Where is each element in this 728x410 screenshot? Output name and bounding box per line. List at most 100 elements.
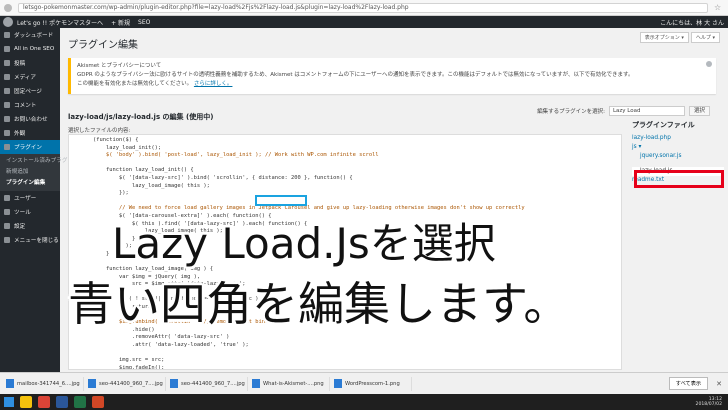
plugin-icon [4,144,10,150]
download-filename: mailbox-341744_6....jpg [17,380,80,387]
plugins-submenu: インストール済みプラグイン 新規追加 プラグイン編集 [0,154,79,191]
sidebar-item-label: お問い合わせ [14,117,48,123]
sidebar-item-settings[interactable]: 設定 [0,219,60,233]
excel-icon[interactable] [74,396,86,408]
show-all-downloads-button[interactable]: すべて表示 [668,377,709,390]
download-bar: mailbox-341744_6....jpg seo-441400_960_7… [0,372,728,394]
taskbar: 13:12 2018/07/02 [0,394,728,410]
sidebar-item-pages[interactable]: 固定ページ [0,84,60,98]
powerpoint-icon[interactable] [92,396,104,408]
notice-toggle-text: この機能を有効化または無効化してください。 [77,81,193,87]
download-item[interactable]: WordPresscom-1.png [334,376,412,391]
image-file-icon [334,379,342,388]
submenu-installed-plugins[interactable]: インストール済みプラグイン [0,156,79,167]
account-greeting[interactable]: こんにちは、林 大 さん [660,18,724,27]
download-item[interactable]: mailbox-341744_6....jpg [6,376,84,391]
bookmark-star-icon[interactable]: ☆ [714,3,722,12]
sidebar-item-label: コメント [14,103,37,109]
seo-icon [4,46,10,52]
dashboard-icon [4,32,10,38]
taskbar-clock: 13:12 2018/07/02 [696,397,722,408]
plugin-select-label: 編集するプラグインを選択: [537,109,605,115]
select-button[interactable]: 選択 [688,106,710,116]
word-icon[interactable] [56,396,68,408]
file-explorer-icon[interactable] [20,396,32,408]
admin-sidebar: ダッシュボード All in One SEO 投稿 メディア 固定ページ コメン… [0,28,79,372]
screen-options-tab[interactable]: 表示オプション ▾ [639,32,689,43]
plugin-selector: 編集するプラグインを選択: Lazy Load 選択 [537,106,710,116]
code-line: }); [93,190,129,197]
file-link[interactable]: jquery.sonar.js [632,152,724,161]
download-item[interactable]: seo-441400_960_7....jpg [88,376,166,391]
sidebar-item-label: 外観 [14,131,26,137]
screen: letsgo-pokemonmaster.com/wp-admin/plugin… [0,0,728,410]
code-line: lazy_load_init(); [93,144,162,151]
code-line: .removeAttr( 'data-lazy-src' ) [93,334,230,341]
notice-title: Akismet とプライバシーについて [77,63,162,69]
folder-link[interactable]: js ▾ [632,143,724,152]
sidebar-item-appearance[interactable]: 外観 [0,126,60,140]
plugin-select-dropdown[interactable]: Lazy Load [608,106,685,116]
file-link[interactable]: lazy-load.php [632,134,724,143]
sidebar-item-label: メディア [14,75,36,81]
dismiss-icon[interactable] [706,61,712,67]
download-item[interactable]: seo-441400_960_7....jpg [170,376,248,391]
sidebar-collapse-menu[interactable]: メニューを閉じる [0,233,60,247]
code-line: $( 'body' ).bind( 'post-load', lazy_load… [93,152,379,159]
windows-start-icon[interactable] [4,397,14,407]
sidebar-item-plugins[interactable]: プラグイン [0,140,60,154]
sidebar-item-label: ユーザー [14,196,37,202]
pin-icon [4,60,10,66]
chrome-icon[interactable] [38,396,50,408]
sidebar-item-label: 固定ページ [14,89,42,95]
wordpress-logo-icon[interactable] [3,17,13,27]
akismet-notice: Akismet とプライバシーについて GDPR のようなプライバシー法に欧ける… [68,58,716,94]
code-line: (function($) { [93,137,139,143]
code-line: .attr( 'data-lazy-loaded', 'true' ); [93,342,249,349]
image-file-icon [6,379,14,388]
download-filename: seo-441400_960_7....jpg [99,380,163,387]
sidebar-item-posts[interactable]: 投稿 [0,56,60,70]
screen-meta-tabs: 表示オプション ▾ ヘルプ ▾ [639,32,720,43]
download-filename: WordPresscom-1.png [345,380,400,387]
wrench-icon [4,209,10,215]
sidebar-item-users[interactable]: ユーザー [0,191,60,205]
notice-learn-more-link[interactable]: さらに詳しく。 [194,81,233,87]
submenu-add-new[interactable]: 新規追加 [0,167,60,178]
sidebar-item-label: All in One SEO [14,46,55,52]
sidebar-item-seo[interactable]: All in One SEO [0,42,60,56]
reload-icon[interactable] [4,3,12,12]
code-line: function lazy_load_init() { [93,167,194,174]
download-filename: seo-441400_960_7....jpg [181,380,245,387]
code-line: $img.fadeIn(); [93,364,165,370]
close-icon[interactable]: ✕ [716,380,722,388]
mail-icon [4,116,10,122]
settings-icon [4,223,10,229]
download-item[interactable]: What-is-Akismet-....png [252,376,330,391]
sidebar-item-dashboard[interactable]: ダッシュボード [0,28,60,42]
site-name-link[interactable]: Let's go !! ポケモンマスターへ [17,18,103,27]
sidebar-item-contact[interactable]: お問い合わせ [0,112,60,126]
code-line: lazy_load_image( this ); [93,182,210,189]
wp-admin-bar: Let's go !! ポケモンマスターへ + 新規 SEO こんにちは、林 大… [0,16,728,28]
caption-line-2: 青い四角を編集します。 [68,277,570,331]
selected-file-label: 選択したファイルの内容: [68,128,131,134]
code-line: $( '[data-lazy-src]' ).bind( 'scrollin',… [93,174,353,181]
sidebar-item-comments[interactable]: コメント [0,98,60,112]
plugin-files-panel: プラグインファイル lazy-load.php js ▾ jquery.sona… [632,120,724,320]
seo-link[interactable]: SEO [138,19,150,26]
sidebar-item-label: ダッシュボード [14,33,54,39]
sidebar-item-label: ツール [14,210,31,216]
plugin-files-heading: プラグインファイル [632,121,695,129]
help-tab[interactable]: ヘルプ ▾ [690,32,720,43]
url-field[interactable]: letsgo-pokemonmaster.com/wp-admin/plugin… [18,2,708,13]
sidebar-item-tools[interactable]: ツール [0,205,60,219]
submenu-plugin-editor[interactable]: プラグイン編集 [0,178,60,189]
sidebar-item-media[interactable]: メディア [0,70,60,84]
new-content-link[interactable]: + 新規 [111,18,130,27]
page-icon [4,88,10,94]
editing-file-heading: lazy-load/js/lazy-load.js の編集 (使用中) [68,113,214,121]
brush-icon [4,130,10,136]
page-title: プラグイン編集 [68,40,138,51]
